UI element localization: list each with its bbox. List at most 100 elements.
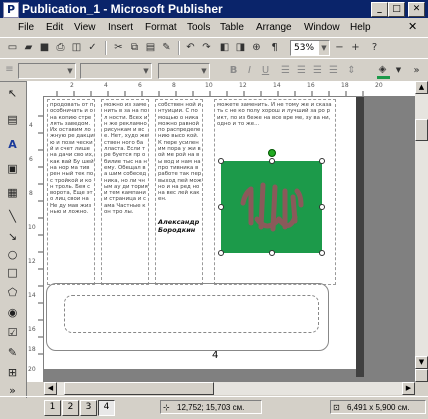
wordart-tool-icon[interactable]: A	[5, 137, 20, 152]
menu-window[interactable]: Window	[304, 22, 340, 33]
zoom-out-icon[interactable]: −	[333, 41, 346, 54]
page-tab-1[interactable]: 1	[44, 400, 61, 416]
paste-icon[interactable]: ▤	[144, 41, 157, 54]
style-icon[interactable]: ≡	[3, 63, 16, 76]
menu-tools[interactable]: Tools	[187, 22, 210, 33]
scroll-thumb[interactable]	[415, 119, 428, 141]
text-column-1[interactable]: продовать от пособничать и она копию стр…	[47, 99, 95, 285]
scroll-down-icon[interactable]: ▼	[415, 356, 428, 369]
menu-help[interactable]: Help	[350, 22, 371, 33]
horizontal-ruler[interactable]: 2 4 6 8 10 12 14 16 18 20	[27, 81, 415, 97]
fill-color-dropdown-icon[interactable]: ▼	[392, 64, 405, 77]
spelling-icon[interactable]: ✓	[86, 41, 99, 54]
redo-icon[interactable]: ↷	[200, 41, 213, 54]
publisher-app-icon[interactable]: P	[3, 2, 19, 18]
menubar-close-icon[interactable]: ✕	[408, 20, 417, 33]
align-left-icon[interactable]: ☰	[279, 64, 292, 77]
oval-tool-icon[interactable]: ○	[5, 247, 20, 262]
autoshapes-tool-icon[interactable]: ⬠	[5, 285, 20, 300]
open-folder-icon[interactable]: ▰	[22, 41, 35, 54]
html-fragment-tool-icon[interactable]: ✎	[5, 345, 20, 360]
design-gallery-tool-icon[interactable]: ⊞	[5, 365, 20, 380]
underline-button[interactable]: U	[259, 64, 272, 77]
vertical-ruler[interactable]: 4 6 8 10 12 14 16 18 20	[27, 96, 44, 382]
resize-handle[interactable]	[269, 250, 275, 256]
form-control-tool-icon[interactable]: ☑	[5, 325, 20, 340]
page-number: 4	[212, 350, 219, 361]
undo-icon[interactable]: ↶	[184, 41, 197, 54]
resize-handle[interactable]	[319, 250, 325, 256]
menu-table[interactable]: Table	[220, 22, 244, 33]
print-preview-icon[interactable]: ◫	[70, 41, 83, 54]
menu-view[interactable]: View	[74, 22, 96, 33]
picture-frame-tool-icon[interactable]: ▣	[5, 161, 20, 176]
align-right-icon[interactable]: ☰	[311, 64, 324, 77]
print-icon[interactable]: ⎙	[54, 41, 67, 54]
help-icon[interactable]: ?	[368, 41, 381, 54]
more-buttons-icon[interactable]: »	[410, 64, 423, 77]
cut-icon[interactable]: ✂	[112, 41, 125, 54]
toolbar-separator	[105, 41, 107, 55]
clip-art-tool-icon[interactable]: ▦	[5, 185, 20, 200]
arrow-tool-icon[interactable]: ↘	[5, 229, 20, 244]
text-column-2[interactable]: можно из заменить в за на пол ности. Все…	[101, 99, 149, 285]
menu-arrange[interactable]: Arrange	[256, 22, 292, 33]
horizontal-scrollbar[interactable]: ◀ ▶	[44, 382, 415, 395]
format-painter-icon[interactable]: ✎	[160, 41, 173, 54]
rotate-handle[interactable]	[268, 149, 276, 157]
fill-color-icon[interactable]: ◈	[376, 63, 389, 76]
new-document-icon[interactable]: ▭	[6, 41, 19, 54]
resize-handle[interactable]	[218, 158, 224, 164]
page-tab-2[interactable]: 2	[62, 400, 79, 416]
send-to-back-icon[interactable]: ◨	[234, 41, 247, 54]
green-picture[interactable]	[221, 161, 322, 253]
line-tool-icon[interactable]: ╲	[5, 209, 20, 224]
show-special-characters-icon[interactable]: ¶	[268, 41, 281, 54]
menu-file[interactable]: File	[18, 22, 34, 33]
zoom-dropdown-arrow-icon[interactable]: ▼	[319, 41, 329, 55]
page-tab-3[interactable]: 3	[80, 400, 97, 416]
minimize-button[interactable]: _	[371, 2, 388, 17]
resize-handle[interactable]	[218, 250, 224, 256]
document-workspace[interactable]: продовать от пособничать и она копию стр…	[44, 97, 415, 382]
align-center-icon[interactable]: ☰	[295, 64, 308, 77]
menu-format[interactable]: Format	[145, 22, 177, 33]
footer-inner-frame[interactable]	[64, 295, 319, 333]
rectangle-tool-icon[interactable]: □	[5, 265, 20, 280]
text-column-3[interactable]: собствен ной интуиции. С по мощью о ника…	[155, 99, 203, 285]
resize-handle[interactable]	[319, 158, 325, 164]
scroll-right-icon[interactable]: ▶	[402, 382, 415, 395]
insert-hyperlink-icon[interactable]: ⊕	[250, 41, 263, 54]
style-dropdown-arrow-icon[interactable]: ▼	[65, 64, 75, 78]
h-scroll-thumb[interactable]	[64, 382, 214, 395]
bold-button[interactable]: B	[227, 64, 240, 77]
italic-button[interactable]: I	[243, 64, 256, 77]
copy-icon[interactable]: ⧉	[128, 41, 141, 54]
size-dropdown-arrow-icon[interactable]: ▼	[199, 64, 209, 78]
scroll-up-icon[interactable]: ▲	[415, 81, 428, 94]
resize-handle[interactable]	[218, 204, 224, 210]
vertical-scrollbar[interactable]: ▲ ▼	[415, 81, 428, 382]
resize-handle[interactable]	[319, 204, 325, 210]
text-box-tool-icon[interactable]: ▤	[5, 112, 20, 127]
bring-to-front-icon[interactable]: ◧	[218, 41, 231, 54]
font-dropdown-arrow-icon[interactable]: ▼	[141, 64, 151, 78]
publication-page[interactable]: продовать от пособничать и она копию стр…	[44, 97, 356, 369]
pointer-tool-icon[interactable]: ↖	[5, 86, 20, 101]
hot-spot-tool-icon[interactable]: ◉	[5, 305, 20, 320]
scroll-left-icon[interactable]: ◀	[44, 382, 57, 395]
zoom-in-icon[interactable]: +	[349, 41, 362, 54]
resize-handle[interactable]	[269, 158, 275, 164]
font-size-combo[interactable]: ▼	[158, 63, 210, 79]
save-icon[interactable]: ■	[38, 41, 51, 54]
style-combo[interactable]: ▼	[18, 63, 76, 79]
zoom-combo[interactable]: 53% ▼	[290, 40, 330, 56]
maximize-button[interactable]: □	[388, 2, 405, 17]
menu-edit[interactable]: Edit	[46, 22, 63, 33]
line-spacing-icon[interactable]: ⇕	[345, 64, 358, 77]
menu-insert[interactable]: Insert	[108, 22, 133, 33]
page-tab-4[interactable]: 4	[98, 400, 115, 416]
close-button[interactable]: ✕	[408, 2, 425, 17]
font-combo[interactable]: ▼	[80, 63, 152, 79]
justify-icon[interactable]: ☰	[327, 64, 340, 77]
